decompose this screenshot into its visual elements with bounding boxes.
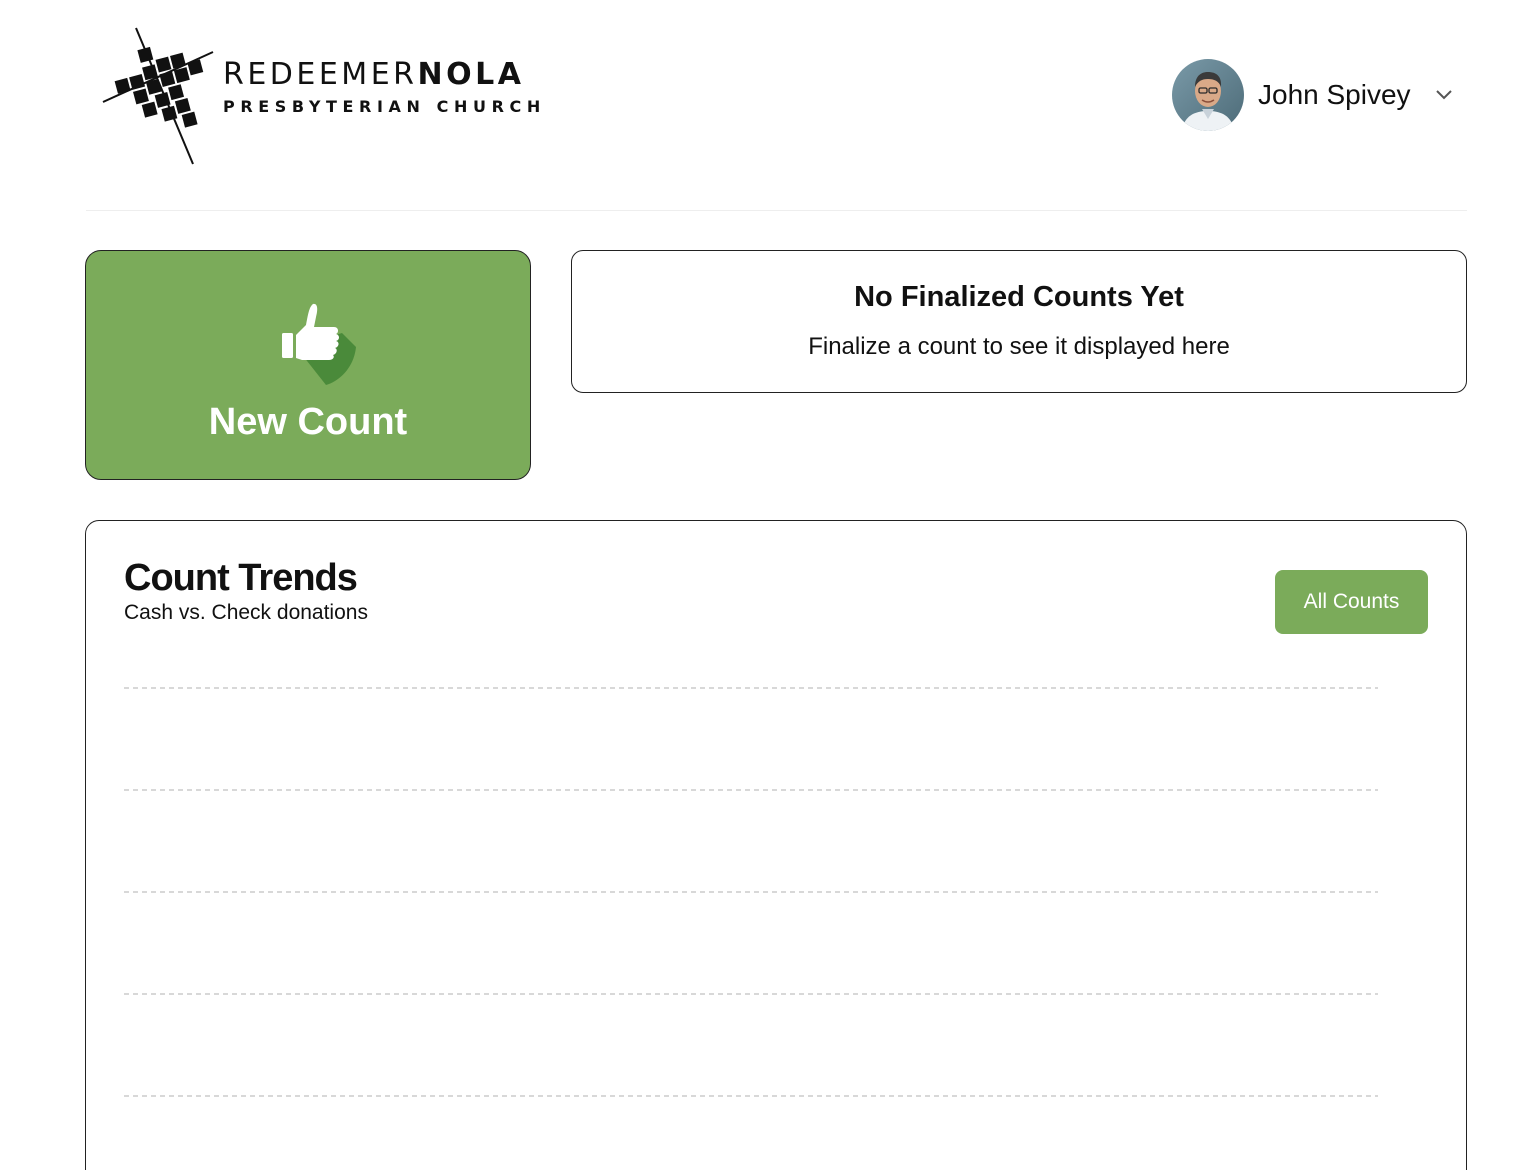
logo-wordmark-light: REDEEMER	[223, 57, 418, 92]
chevron-down-icon[interactable]	[1435, 86, 1453, 104]
avatar[interactable]	[1172, 59, 1244, 131]
trends-chart	[124, 687, 1378, 1097]
logo-wordmark-bold: NOLA	[417, 57, 525, 92]
all-counts-button[interactable]: All Counts	[1275, 570, 1428, 634]
trends-title: Count Trends	[124, 557, 358, 599]
trends-subtitle: Cash vs. Check donations	[124, 601, 368, 624]
new-count-label: New Count	[208, 401, 408, 443]
logo-wordmark: REDEEMERNOLA	[223, 60, 524, 90]
user-menu[interactable]: John Spivey	[1172, 58, 1453, 132]
logo-mark-icon	[102, 27, 214, 165]
church-logo[interactable]: REDEEMERNOLA PRESBYTERIAN CHURCH	[100, 26, 540, 166]
new-count-button[interactable]: New Count	[85, 250, 531, 480]
count-trends-card: Count Trends Cash vs. Check donations Al…	[85, 520, 1467, 1170]
finalized-title: No Finalized Counts Yet	[854, 281, 1184, 313]
logo-tagline: PRESBYTERIAN CHURCH	[223, 97, 546, 116]
header-divider	[86, 210, 1467, 211]
finalized-subtitle: Finalize a count to see it displayed her…	[808, 333, 1230, 360]
avatar-image	[1172, 59, 1244, 131]
page: REDEEMERNOLA PRESBYTERIAN CHURCH John Sp…	[0, 0, 1540, 1170]
thumbs-up-icon	[282, 303, 356, 385]
finalized-counts-card: No Finalized Counts Yet Finalize a count…	[571, 250, 1467, 393]
user-name: John Spivey	[1258, 79, 1411, 110]
